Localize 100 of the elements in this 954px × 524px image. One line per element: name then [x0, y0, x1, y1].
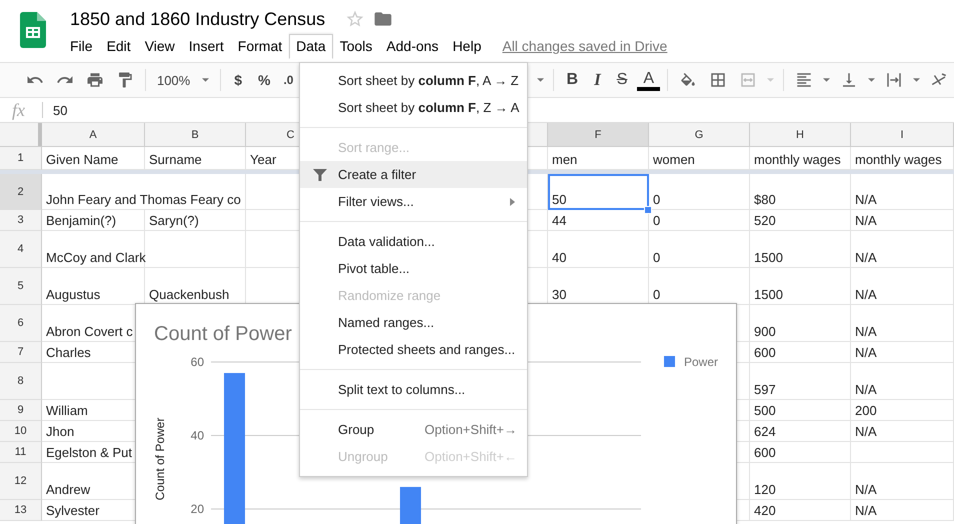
- row-header[interactable]: 5: [0, 268, 42, 305]
- row-header[interactable]: 7: [0, 342, 42, 363]
- column-header[interactable]: G: [649, 123, 750, 146]
- menu-item[interactable]: Sort sheet by column F, Z → A: [300, 94, 527, 121]
- table-cell: 420: [750, 500, 851, 521]
- row-header[interactable]: 10: [0, 421, 42, 442]
- table-cell: N/A: [851, 231, 954, 268]
- menu-bar-item[interactable]: Format: [230, 34, 290, 58]
- menu-bar-item[interactable]: Edit: [100, 34, 138, 58]
- document-title[interactable]: 1850 and 1860 Industry Census: [70, 8, 326, 30]
- column-header[interactable]: B: [145, 123, 246, 146]
- bold-button[interactable]: B: [560, 69, 584, 91]
- table-cell: N/A: [851, 268, 954, 305]
- borders-icon[interactable]: [709, 71, 728, 89]
- table-cell: N/A: [851, 342, 954, 363]
- decrease-decimal-button[interactable]: .0: [280, 71, 296, 89]
- menu-item[interactable]: Filter views...: [300, 188, 527, 215]
- table-cell: N/A: [851, 421, 954, 442]
- menu-bar-item[interactable]: File: [63, 34, 100, 58]
- table-cell: $80: [750, 174, 851, 210]
- menu-bar-item[interactable]: View: [138, 34, 182, 58]
- caret-icon[interactable]: [912, 78, 920, 82]
- table-cell: N/A: [851, 463, 954, 500]
- table-cell: 40: [548, 231, 649, 268]
- print-icon[interactable]: [86, 71, 104, 89]
- caret-icon[interactable]: [822, 78, 830, 82]
- table-cell: N/A: [851, 305, 954, 342]
- menu-item[interactable]: Protected sheets and ranges...: [300, 336, 527, 363]
- caret-icon: [202, 78, 210, 82]
- table-cell: 600: [750, 342, 851, 363]
- fill-color-icon[interactable]: [679, 72, 698, 88]
- table-cell: 200: [851, 400, 954, 421]
- menu-bar-item[interactable]: Help: [446, 34, 488, 58]
- row-header[interactable]: 6: [0, 305, 42, 342]
- caret-icon[interactable]: [536, 78, 544, 82]
- paint-roller-icon[interactable]: [116, 71, 134, 89]
- zoom-dropdown[interactable]: 100%: [150, 72, 216, 88]
- menu-bar-item[interactable]: Tools: [332, 34, 380, 58]
- legend-label: Power: [684, 355, 718, 369]
- row-header[interactable]: 3: [0, 210, 42, 231]
- formula-input-field[interactable]: 50: [53, 102, 68, 118]
- row-header[interactable]: 9: [0, 400, 42, 421]
- table-cell: 1500: [750, 268, 851, 305]
- star-icon[interactable]: [345, 9, 366, 29]
- menu-item[interactable]: Create a filter: [300, 161, 527, 188]
- y-tick-label: 60: [190, 355, 204, 369]
- row-header[interactable]: 2: [0, 174, 42, 210]
- menu-bar-item[interactable]: Data: [289, 34, 333, 58]
- strikethrough-button[interactable]: S: [610, 69, 634, 91]
- column-header[interactable]: H: [750, 123, 851, 146]
- menu-item[interactable]: Data validation...: [300, 228, 527, 255]
- table-cell: 50: [548, 174, 649, 210]
- row-header[interactable]: 8: [0, 363, 42, 400]
- menu-item[interactable]: Split text to columns...: [300, 376, 527, 403]
- percent-format-button[interactable]: %: [252, 70, 276, 90]
- table-cell: N/A: [851, 174, 954, 210]
- table-cell: 0: [649, 231, 750, 268]
- align-left-icon[interactable]: [794, 71, 813, 89]
- save-status-link[interactable]: All changes saved in Drive: [502, 38, 668, 54]
- column-header[interactable]: F: [548, 123, 649, 146]
- table-cell: 0: [649, 210, 750, 231]
- menu-bar-item[interactable]: Add-ons: [379, 34, 446, 58]
- table-cell: Benjamin(?): [42, 210, 145, 231]
- column-header[interactable]: I: [851, 123, 954, 146]
- table-cell: 600: [750, 442, 851, 463]
- italic-button[interactable]: I: [588, 68, 607, 92]
- table-cell: 520: [750, 210, 851, 231]
- table-cell: N/A: [851, 210, 954, 231]
- menu-bar-item[interactable]: Insert: [182, 34, 231, 58]
- y-axis-title: Count of Power: [153, 418, 167, 500]
- table-cell: 900: [750, 305, 851, 342]
- text-wrap-icon[interactable]: [884, 71, 903, 89]
- chart-bar: [400, 486, 421, 524]
- caret-icon[interactable]: [868, 78, 875, 82]
- menu-item[interactable]: Group Option+Shift+→: [300, 416, 527, 443]
- chart-title: Count of Power: [154, 323, 292, 345]
- table-cell: 44: [548, 210, 649, 231]
- table-cell: 597: [750, 363, 851, 400]
- sheets-logo-icon[interactable]: [20, 12, 46, 48]
- y-tick-label: 40: [190, 428, 204, 442]
- row-header[interactable]: 11: [0, 442, 42, 463]
- row-header[interactable]: 12: [0, 463, 42, 500]
- formula-label: fx: [12, 100, 26, 120]
- currency-format-button[interactable]: $: [228, 70, 248, 90]
- row-header[interactable]: 4: [0, 231, 42, 268]
- row-header[interactable]: 1: [0, 147, 42, 170]
- table-cell: N/A: [851, 500, 954, 521]
- table-cell: 1500: [750, 231, 851, 268]
- table-cell: 500: [750, 400, 851, 421]
- merge-cells-icon[interactable]: [739, 71, 758, 89]
- fill-handle[interactable]: [644, 206, 652, 214]
- menu-item[interactable]: Pivot table...: [300, 255, 527, 282]
- menu-item[interactable]: Sort sheet by column F, A → Z: [300, 67, 527, 94]
- table-cell: John Feary and Thomas Feary co: [42, 174, 246, 210]
- menu-item[interactable]: Named ranges...: [300, 309, 527, 336]
- table-cell: Saryn(?): [145, 210, 246, 231]
- row-header[interactable]: 13: [0, 500, 42, 521]
- text-color-button[interactable]: A: [637, 69, 660, 91]
- column-header[interactable]: A: [42, 123, 145, 146]
- table-cell: 624: [750, 421, 851, 442]
